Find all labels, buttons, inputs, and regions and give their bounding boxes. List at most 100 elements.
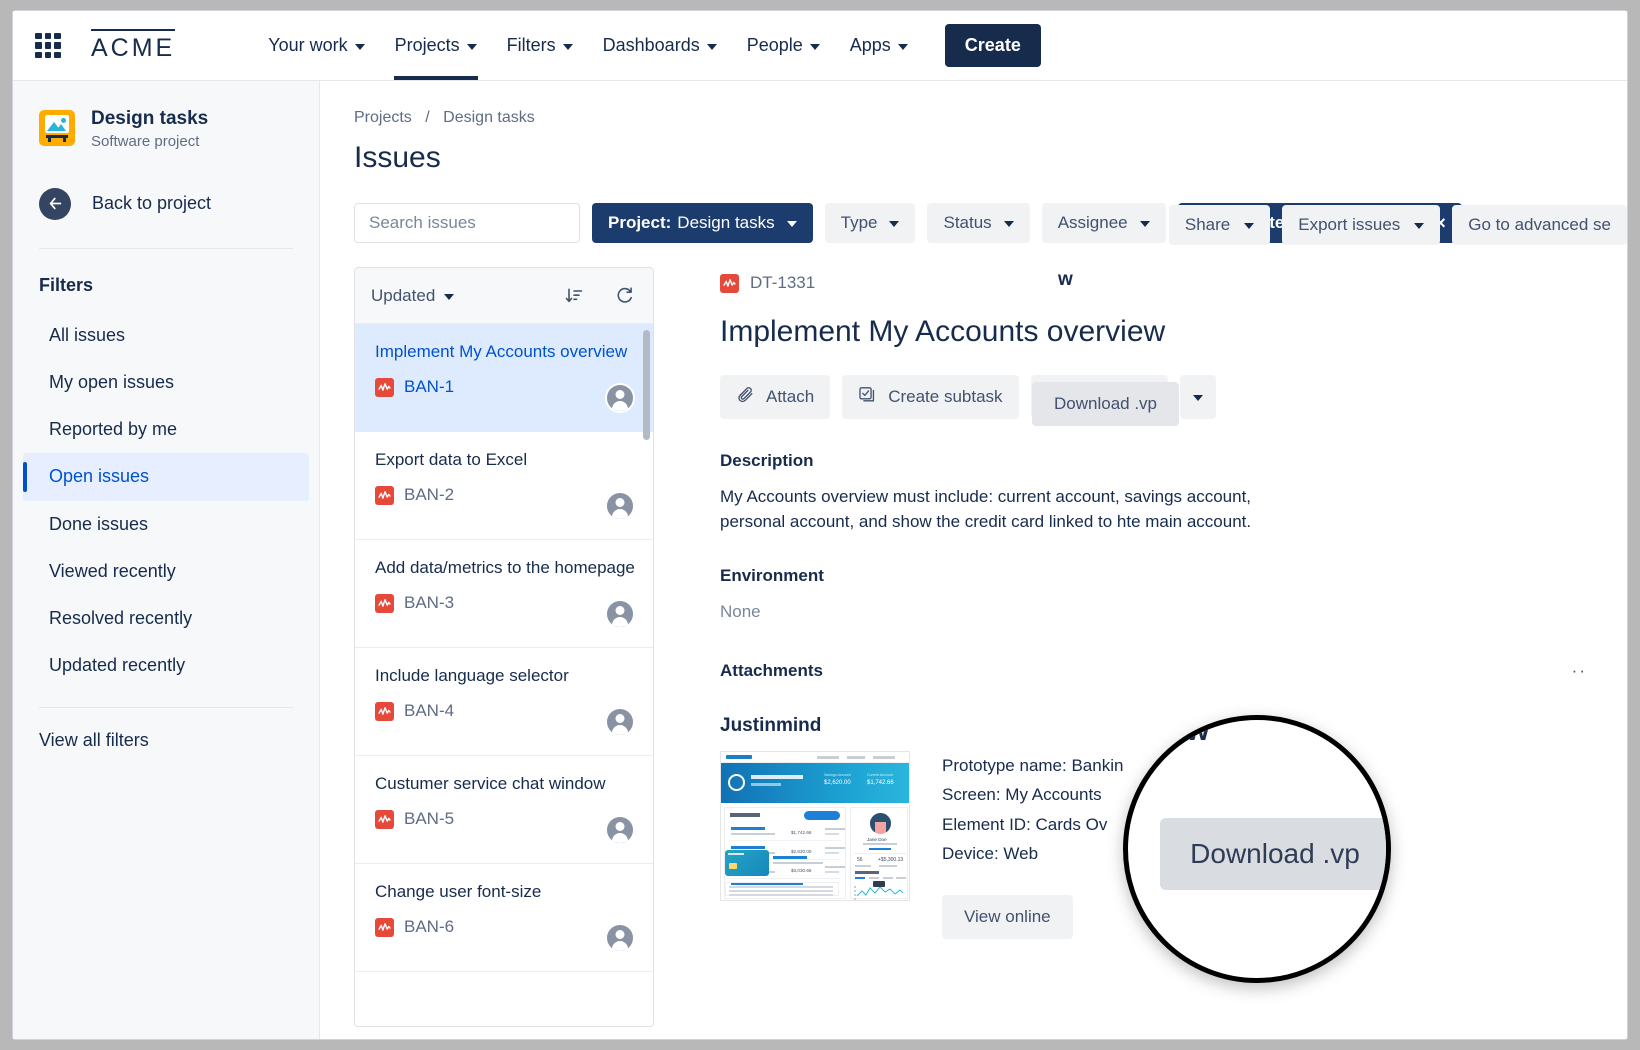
attachment-meta-prototype: Prototype name: Bankin — [942, 755, 1124, 775]
share-button[interactable]: Share — [1168, 205, 1271, 245]
more-actions-button[interactable] — [1180, 375, 1217, 419]
create-subtask-button[interactable]: Create subtask — [842, 375, 1019, 419]
issue-meta: BAN-2 — [375, 485, 637, 505]
view-online-button[interactable]: View online — [942, 894, 1073, 939]
nav-item-projects[interactable]: Projects — [380, 11, 492, 80]
sidebar-item-open-issues[interactable]: Open issues — [23, 453, 309, 501]
chevron-down-icon — [1244, 223, 1255, 229]
issue-summary: Implement My Accounts overview — [375, 342, 628, 361]
search-issues-box[interactable] — [354, 203, 610, 243]
sort-field-selector[interactable]: Updated — [371, 286, 455, 306]
thumb-current-label: Current Account — [867, 772, 893, 777]
avatar[interactable] — [605, 815, 635, 845]
issue-type-icon — [375, 485, 394, 505]
filter-chip-project[interactable]: Project: Design tasks — [592, 203, 813, 243]
breadcrumb-separator: / — [425, 109, 430, 126]
avatar[interactable] — [605, 923, 635, 953]
chevron-down-icon — [786, 221, 797, 227]
issue-list-scrollbar[interactable] — [643, 330, 650, 440]
attach-button[interactable]: Attach — [720, 375, 831, 419]
sort-descending-icon[interactable] — [561, 283, 587, 309]
issue-key: BAN-6 — [404, 917, 455, 937]
filter-chip-assignee[interactable]: Assignee — [1041, 203, 1166, 243]
attachment-thumbnail[interactable]: Savings Account $2,620.00 Current Accoun… — [720, 750, 910, 901]
filter-chip-status-label: Status — [943, 213, 992, 232]
sidebar-item-updated-recently[interactable]: Updated recently — [23, 642, 309, 689]
issue-type-icon — [375, 593, 394, 613]
chevron-down-icon — [889, 221, 900, 227]
search-input[interactable] — [367, 212, 592, 234]
attachment-details: Prototype name: Bankin Screen: My Accoun… — [942, 269, 1180, 939]
page-title: Issues — [354, 141, 441, 174]
avatar[interactable] — [605, 491, 635, 521]
nav-item-filters[interactable]: Filters — [492, 11, 588, 80]
thumb-stat-1: 56 — [857, 856, 863, 863]
issue-meta: BAN-4 — [375, 701, 637, 721]
magnified-download-vp-button[interactable]: Download .vp — [1160, 818, 1386, 890]
issue-summary: Custumer service chat window — [375, 774, 606, 793]
issue-list-panel: Updated Implement My Accounts overview B… — [354, 267, 654, 1027]
avatar[interactable] — [605, 599, 635, 629]
sidebar-item-viewed-recently[interactable]: Viewed recently — [23, 548, 309, 595]
avatar[interactable] — [605, 707, 635, 737]
sidebar-item-resolved-recently[interactable]: Resolved recently — [23, 595, 309, 642]
preview-word-label: w — [1058, 269, 1073, 290]
issue-key: BAN-2 — [404, 485, 455, 505]
magnifier-top-word: w — [1186, 715, 1210, 747]
issue-key: BAN-3 — [404, 593, 455, 613]
issue-list-item-ban-6[interactable]: Change user font-size BAN-6 — [355, 864, 653, 972]
nav-item-dashboards[interactable]: Dashboards — [588, 11, 732, 80]
issue-list-item-ban-4[interactable]: Include language selector BAN-4 — [355, 648, 653, 756]
description-body: My Accounts overview must include: curre… — [720, 487, 1252, 531]
avatar[interactable] — [605, 383, 635, 413]
nav-item-label: Dashboards — [602, 35, 700, 55]
create-button[interactable]: Create — [944, 24, 1041, 67]
environment-body: None — [720, 602, 761, 622]
filter-chip-status[interactable]: Status — [927, 203, 1030, 243]
apps-grid-icon[interactable] — [35, 32, 61, 59]
sidebar-item-done-issues[interactable]: Done issues — [23, 501, 309, 548]
attachments-more-icon[interactable]: ·· — [1572, 661, 1587, 681]
issue-type-icon — [375, 377, 394, 397]
app-window: ACME Your work Projects Filters Dashboar… — [12, 10, 1628, 1040]
nav-item-apps[interactable]: Apps — [835, 11, 923, 80]
share-label: Share — [1184, 215, 1231, 234]
description-title: Description — [720, 451, 814, 470]
issue-list-item-ban-1[interactable]: Implement My Accounts overview BAN-1 — [355, 324, 653, 432]
nav-item-label: People — [746, 35, 803, 55]
project-text: Design tasks Software project — [91, 107, 208, 150]
nav-item-label: Your work — [268, 35, 348, 55]
go-to-advanced-search-button[interactable]: Go to advanced se — [1452, 205, 1627, 245]
nav-item-your-work[interactable]: Your work — [253, 11, 379, 80]
breadcrumb-current[interactable]: Design tasks — [443, 109, 535, 126]
issue-list-item-ban-5[interactable]: Custumer service chat window BAN-5 — [355, 756, 653, 864]
brand-logo[interactable]: ACME — [91, 29, 176, 62]
issue-key-row[interactable]: DT-1331 — [720, 273, 1587, 293]
attachment-meta-element-id: Element ID: Cards Ov — [942, 814, 1108, 834]
chevron-down-icon — [562, 43, 573, 50]
sidebar-item-my-open-issues[interactable]: My open issues — [23, 359, 309, 406]
project-header[interactable]: Design tasks Software project — [13, 107, 319, 150]
back-to-project-button[interactable]: Back to project — [13, 187, 319, 220]
breadcrumb-projects[interactable]: Projects — [354, 109, 412, 126]
view-all-filters-link[interactable]: View all filters — [13, 708, 319, 751]
chevron-down-icon — [1193, 395, 1204, 401]
refresh-icon[interactable] — [611, 283, 637, 309]
issue-key: BAN-5 — [404, 809, 455, 829]
nav-item-people[interactable]: People — [732, 11, 835, 80]
checkbox-stack-icon — [858, 385, 877, 409]
nav-items: Your work Projects Filters Dashboards Pe… — [253, 11, 1041, 80]
filter-chip-type[interactable]: Type — [824, 203, 916, 243]
download-vp-button[interactable]: Download .vp — [1032, 382, 1180, 426]
export-issues-button[interactable]: Export issues — [1282, 205, 1441, 245]
sidebar-item-all-issues[interactable]: All issues — [23, 312, 309, 359]
project-name: Design tasks — [91, 108, 209, 129]
issue-summary: Add data/metrics to the homepage — [375, 558, 635, 577]
issue-list-item-ban-3[interactable]: Add data/metrics to the homepage BAN-3 — [355, 540, 653, 648]
issue-type-icon — [375, 917, 394, 937]
issue-list-item-ban-2[interactable]: Export data to Excel BAN-2 — [355, 432, 653, 540]
project-type: Software project — [91, 132, 200, 150]
sidebar-item-reported-by-me[interactable]: Reported by me — [23, 406, 309, 453]
chevron-down-icon — [706, 43, 717, 50]
issue-key: BAN-1 — [404, 377, 455, 397]
